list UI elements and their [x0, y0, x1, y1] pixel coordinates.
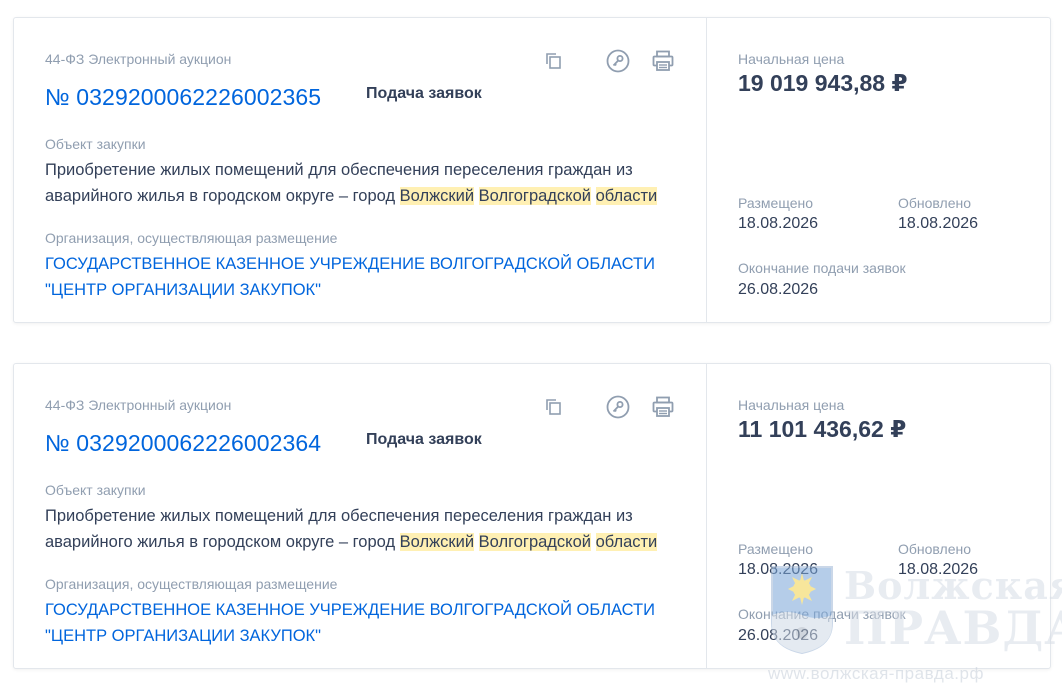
deadline-label: Окончание подачи заявок — [738, 260, 906, 276]
deadline-date: 26.08.2026 — [738, 627, 819, 644]
card-main-section: 44-ФЗ Электронный аукцион № 032920006222… — [14, 18, 707, 322]
card-price-section: Начальная цена 11 101 436,62 ₽ Размещено… — [707, 364, 1050, 668]
key-icon[interactable] — [605, 394, 631, 420]
procurement-law-type: 44-ФЗ Электронный аукцион — [45, 397, 232, 413]
deadline-date: 26.08.2026 — [738, 281, 819, 298]
purchase-card: 44-ФЗ Электронный аукцион № 032920006222… — [13, 363, 1051, 669]
placed-date: 18.08.2026 — [738, 561, 819, 578]
highlight-term: Волгоградской — [478, 187, 591, 205]
price-label: Начальная цена — [738, 51, 845, 67]
object-description: Приобретение жилых помещений для обеспеч… — [45, 503, 685, 555]
object-description: Приобретение жилых помещений для обеспеч… — [45, 157, 685, 209]
purchase-card: 44-ФЗ Электронный аукцион № 032920006222… — [13, 17, 1051, 323]
updated-label: Обновлено — [898, 541, 972, 557]
placed-date: 18.08.2026 — [738, 215, 819, 232]
initial-price: 11 101 436,62 ₽ — [738, 416, 907, 442]
card-price-section: Начальная цена 19 019 943,88 ₽ Размещено… — [707, 18, 1050, 322]
initial-price: 19 019 943,88 ₽ — [738, 70, 908, 96]
print-icon[interactable] — [650, 48, 676, 74]
copy-icon[interactable] — [542, 394, 568, 420]
updated-date: 18.08.2026 — [898, 215, 979, 232]
key-icon[interactable] — [605, 48, 631, 74]
print-icon[interactable] — [650, 394, 676, 420]
updated-date: 18.08.2026 — [898, 561, 979, 578]
highlight-term: области — [595, 533, 658, 551]
highlight-term: Волжский — [399, 187, 475, 205]
card-actions — [542, 394, 682, 422]
purchase-stage: Подача заявок — [366, 431, 482, 448]
organization-label: Организация, осуществляющая размещение — [45, 230, 338, 246]
highlight-term: Волгоградской — [478, 533, 591, 551]
object-label: Объект закупки — [45, 482, 146, 498]
purchase-number-link[interactable]: № 0329200062226002364 — [45, 430, 321, 457]
organization-label: Организация, осуществляющая размещение — [45, 576, 338, 592]
placed-label: Размещено — [738, 541, 813, 557]
organization-link[interactable]: ГОСУДАРСТВЕННОЕ КАЗЕННОЕ УЧРЕЖДЕНИЕ ВОЛГ… — [45, 597, 695, 649]
highlight-term: области — [595, 187, 658, 205]
card-main-section: 44-ФЗ Электронный аукцион № 032920006222… — [14, 364, 707, 668]
deadline-label: Окончание подачи заявок — [738, 606, 906, 622]
card-actions — [542, 48, 682, 76]
placed-label: Размещено — [738, 195, 813, 211]
organization-link[interactable]: ГОСУДАРСТВЕННОЕ КАЗЕННОЕ УЧРЕЖДЕНИЕ ВОЛГ… — [45, 251, 695, 303]
purchase-stage: Подача заявок — [366, 85, 482, 102]
copy-icon[interactable] — [542, 48, 568, 74]
procurement-law-type: 44-ФЗ Электронный аукцион — [45, 51, 232, 67]
object-label: Объект закупки — [45, 136, 146, 152]
purchase-number-link[interactable]: № 0329200062226002365 — [45, 84, 321, 111]
highlight-term: Волжский — [399, 533, 475, 551]
price-label: Начальная цена — [738, 397, 845, 413]
updated-label: Обновлено — [898, 195, 972, 211]
